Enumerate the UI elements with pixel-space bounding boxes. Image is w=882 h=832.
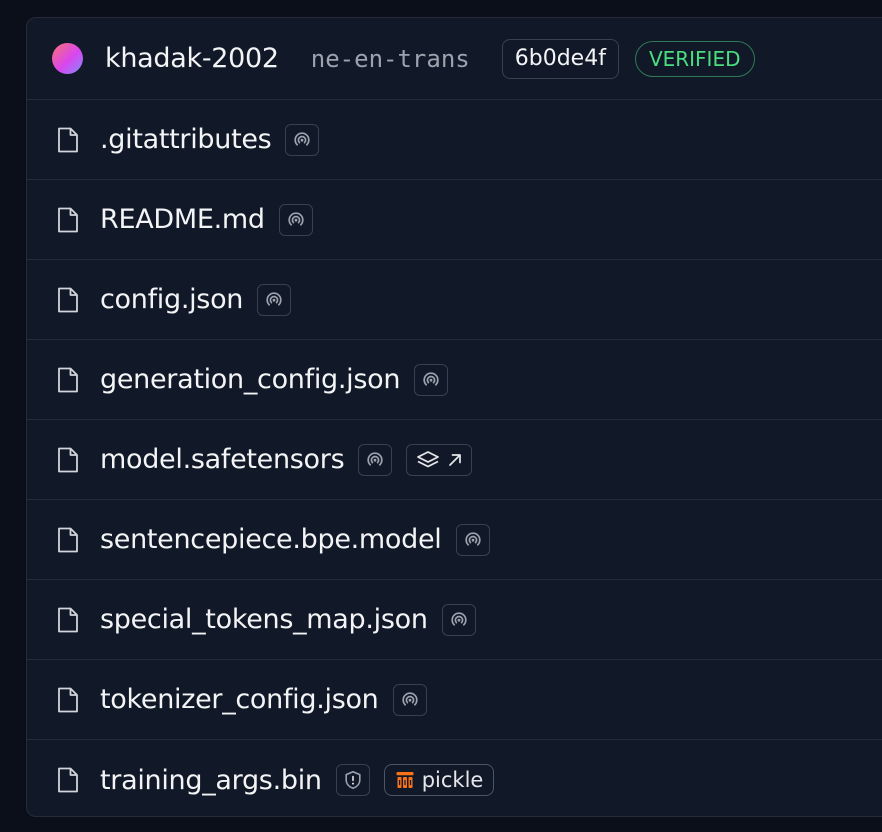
avatar[interactable] bbox=[52, 43, 83, 74]
xet-icon[interactable] bbox=[392, 683, 427, 716]
pickle-label: pickle bbox=[421, 768, 484, 792]
file-name-link[interactable]: .gitattributes bbox=[100, 124, 272, 155]
file-name-link[interactable]: special_tokens_map.json bbox=[100, 604, 428, 635]
xet-icon[interactable] bbox=[414, 363, 449, 396]
commit-hash-link[interactable]: 6b0de4f bbox=[501, 38, 619, 79]
file-icon bbox=[56, 766, 80, 794]
file-name-link[interactable]: generation_config.json bbox=[100, 364, 400, 395]
file-list-panel: khadak-2002 ne-en-trans 6b0de4f VERIFIED… bbox=[26, 17, 882, 817]
verified-badge[interactable]: VERIFIED bbox=[634, 40, 755, 77]
commit-message[interactable]: ne-en-trans bbox=[311, 45, 470, 73]
xet-icon[interactable] bbox=[358, 443, 393, 476]
file-icon bbox=[56, 366, 80, 394]
file-icon bbox=[56, 526, 80, 554]
file-name-link[interactable]: config.json bbox=[100, 284, 243, 315]
xet-icon[interactable] bbox=[441, 603, 476, 636]
file-name-link[interactable]: sentencepiece.bpe.model bbox=[100, 524, 442, 555]
file-row[interactable]: README.md bbox=[27, 180, 882, 260]
xet-icon[interactable] bbox=[285, 123, 320, 156]
file-row[interactable]: .gitattributes bbox=[27, 100, 882, 180]
file-row[interactable]: sentencepiece.bpe.model bbox=[27, 500, 882, 580]
file-row[interactable]: config.json bbox=[27, 260, 882, 340]
layers-external-link-icon[interactable] bbox=[406, 443, 473, 476]
xet-icon[interactable] bbox=[257, 283, 292, 316]
file-icon bbox=[56, 206, 80, 234]
owner-link[interactable]: khadak-2002 bbox=[105, 43, 279, 74]
file-name-link[interactable]: training_args.bin bbox=[100, 765, 322, 796]
shield-warning-icon[interactable] bbox=[335, 764, 370, 796]
file-name-link[interactable]: README.md bbox=[100, 204, 265, 235]
file-icon bbox=[56, 286, 80, 314]
pickle-badge[interactable]: pickle bbox=[383, 764, 495, 796]
file-name-link[interactable]: model.safetensors bbox=[100, 444, 345, 475]
file-row[interactable]: special_tokens_map.json bbox=[27, 580, 882, 660]
file-icon bbox=[56, 686, 80, 714]
file-row[interactable]: generation_config.json bbox=[27, 340, 882, 420]
file-icon bbox=[56, 446, 80, 474]
xet-icon[interactable] bbox=[278, 203, 313, 236]
commit-header: khadak-2002 ne-en-trans 6b0de4f VERIFIED bbox=[27, 18, 882, 100]
file-row[interactable]: model.safetensors bbox=[27, 420, 882, 500]
pickle-icon bbox=[395, 770, 415, 790]
file-list: .gitattributes README.md config.json genera… bbox=[27, 100, 882, 816]
file-icon bbox=[56, 606, 80, 634]
file-row[interactable]: tokenizer_config.json bbox=[27, 660, 882, 740]
file-row[interactable]: training_args.bin pickle bbox=[27, 740, 882, 816]
file-icon bbox=[56, 126, 80, 154]
file-name-link[interactable]: tokenizer_config.json bbox=[100, 684, 379, 715]
xet-icon[interactable] bbox=[455, 523, 490, 556]
